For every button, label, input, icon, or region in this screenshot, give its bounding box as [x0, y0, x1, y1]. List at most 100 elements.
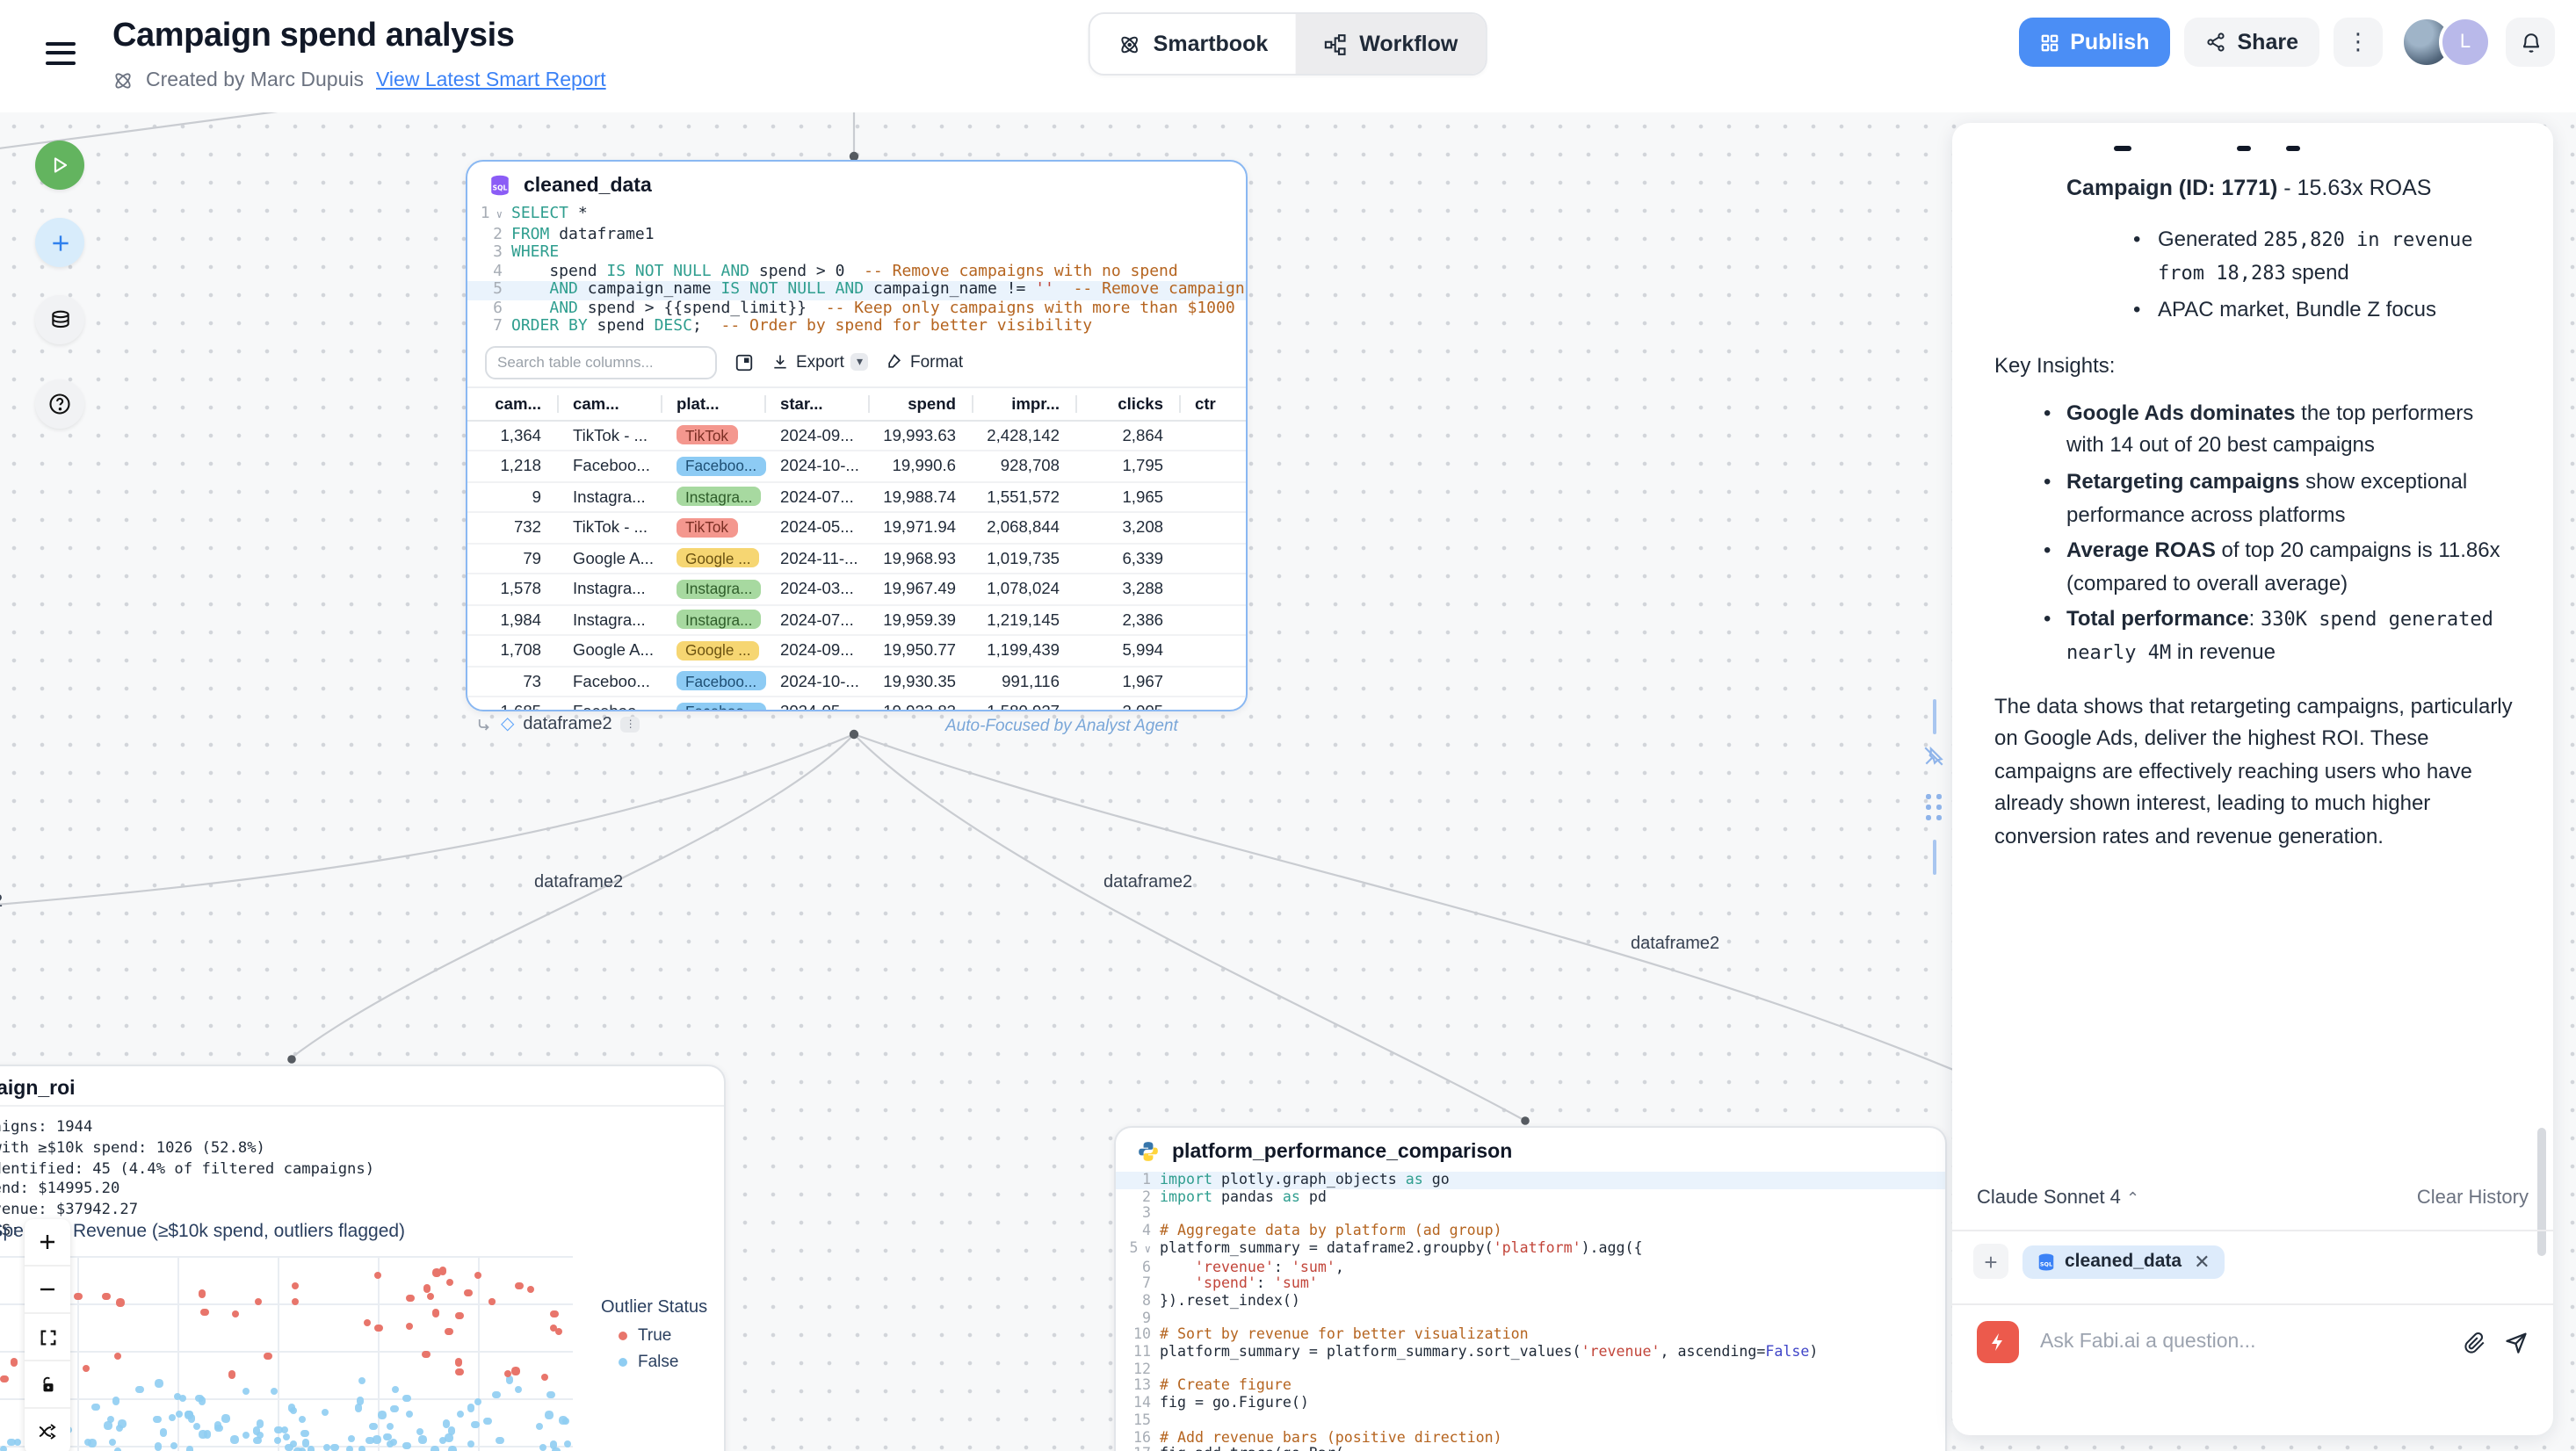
publish-button[interactable]: Publish [2019, 18, 2170, 67]
table-row[interactable]: 1,364TikTok - ...TikTok2024-09...19,993.… [467, 420, 1246, 451]
column-header[interactable]: plat... [662, 386, 766, 420]
notifications-button[interactable] [2506, 18, 2555, 67]
lightning-icon [1987, 1332, 2008, 1353]
panel-drag-handle[interactable] [1926, 794, 1943, 822]
column-header[interactable]: ctr [1181, 386, 1246, 420]
code-line[interactable]: 7ORDER BY spend DESC; -- Order by spend … [467, 318, 1246, 336]
code-line[interactable]: 11platform_summary = platform_summary.so… [1116, 1344, 1945, 1361]
sql-editor[interactable]: 1 ∨SELECT * 2FROM dataframe1 3WHERE 4 sp… [467, 206, 1246, 336]
column-header[interactable]: cam... [467, 386, 559, 420]
app-root: Campaign spend analysis Created by Marc … [0, 0, 2576, 1451]
scatter-point-false [178, 1395, 186, 1403]
node-campaign-roi[interactable]: campaign_roi Total campaigns: 1944 Campa… [0, 1065, 726, 1451]
node-platform-performance-comparison[interactable]: platform_performance_comparison 1import … [1114, 1126, 1947, 1451]
clear-history-button[interactable]: Clear History [2417, 1188, 2529, 1209]
scatter-plot[interactable] [0, 1256, 573, 1451]
help-button[interactable] [35, 379, 84, 429]
attachment-icon[interactable] [2464, 1331, 2486, 1354]
hamburger-menu-icon[interactable] [46, 42, 76, 65]
code-line[interactable]: 4 spend IS NOT NULL AND spend > 0 -- Rem… [467, 263, 1246, 281]
code-line[interactable]: 1import plotly.graph_objects as go [1116, 1172, 1945, 1188]
table-row[interactable]: 79Google A...Google ...2024-11-...19,968… [467, 543, 1246, 574]
column-header[interactable]: cam... [559, 386, 662, 420]
scatter-point-true [555, 1327, 563, 1335]
expand-table-icon[interactable] [734, 352, 754, 372]
code-line[interactable]: 2FROM dataframe1 [467, 226, 1246, 244]
python-node-icon [1137, 1140, 1160, 1163]
table-cell: 9 [467, 481, 559, 512]
bullet-item: •APAC market, Bundle Z focus [2133, 292, 2514, 325]
code-line[interactable]: 8}).reset_index() [1116, 1293, 1945, 1310]
python-editor[interactable]: 1import plotly.graph_objects as go 2impo… [1116, 1172, 1945, 1451]
data-sources-button[interactable] [35, 295, 84, 344]
add-context-button[interactable]: + [1973, 1244, 2008, 1279]
table-cell: 19,923.83 [870, 697, 973, 711]
column-header[interactable]: spend [870, 386, 973, 420]
panel-resize-line[interactable] [1933, 840, 1936, 875]
table-row[interactable]: 1,984Instagra...Instagra...2024-07...19,… [467, 604, 1246, 635]
table-cell: 991,116 [973, 666, 1077, 697]
remove-chip-icon[interactable]: ✕ [2194, 1250, 2210, 1273]
code-line[interactable]: 7 'spend': 'sum' [1116, 1275, 1945, 1292]
zoom-in-button[interactable] [25, 1219, 70, 1267]
result-table[interactable]: cam...cam...plat...star...spendimpr...cl… [467, 386, 1246, 711]
zoom-out-button[interactable] [25, 1267, 70, 1314]
scatter-point-false [222, 1414, 230, 1422]
fullscreen-icon [38, 1327, 57, 1346]
share-button[interactable]: Share [2185, 18, 2320, 67]
code-line[interactable]: 14fig = go.Figure() [1116, 1395, 1945, 1411]
code-line[interactable]: 5 AND campaign_name IS NOT NULL AND camp… [467, 281, 1246, 300]
platform-badge: Google ... [677, 641, 760, 661]
tab-workflow[interactable]: Workflow [1296, 14, 1486, 74]
export-dropdown-chevron[interactable]: ▾ [851, 353, 868, 371]
unpin-panel-icon[interactable] [1922, 745, 1945, 768]
table-row[interactable]: 9Instagra...Instagra...2024-07...19,988.… [467, 481, 1246, 512]
tab-smartbook[interactable]: Smartbook [1090, 14, 1297, 74]
code-line[interactable]: 17fig.add_trace(go.Bar( [1116, 1447, 1945, 1451]
shuffle-button[interactable] [25, 1409, 70, 1451]
scatter-point-false [186, 1447, 194, 1451]
fullscreen-button[interactable] [25, 1314, 70, 1361]
model-selector[interactable]: Claude Sonnet 4 ⌃ [1977, 1188, 2139, 1209]
column-header[interactable]: star... [766, 386, 870, 420]
user-avatar-letter[interactable]: L [2439, 16, 2492, 69]
legend-item-true[interactable]: True [601, 1326, 707, 1346]
ask-question-input[interactable] [2037, 1330, 2446, 1354]
code-line[interactable]: 1 ∨SELECT * [467, 206, 1246, 226]
format-button[interactable]: Format [886, 352, 963, 372]
table-cell: Faceboo... [559, 451, 662, 481]
table-cell: 2,068,844 [973, 512, 1077, 543]
code-line[interactable]: 6 AND spend > {{spend_limit}} -- Keep on… [467, 300, 1246, 318]
view-latest-smart-report-link[interactable]: View Latest Smart Report [376, 70, 606, 91]
bullet-item: •Average ROAS of top 20 campaigns is 11.… [2044, 534, 2514, 599]
output-dataframe-label[interactable]: dataframe2 [523, 715, 611, 734]
table-row[interactable]: 1,218Faceboo...Faceboo...2024-10-...19,9… [467, 451, 1246, 481]
chat-message-area[interactable]: Campaign (ID: 1771) - 15.63x ROAS •Gener… [1952, 123, 2553, 1195]
search-table-columns-input[interactable] [485, 345, 717, 379]
output-badge[interactable]: ⋮ [621, 717, 640, 733]
table-row[interactable]: 1,578Instagra...Instagra...2024-03...19,… [467, 574, 1246, 604]
page-title: Campaign spend analysis [112, 18, 515, 56]
export-button[interactable]: Export ▾ [771, 352, 868, 372]
table-row[interactable]: 73Faceboo...Faceboo...2024-10-...19,930.… [467, 666, 1246, 697]
scatter-point-true [103, 1292, 111, 1300]
send-icon[interactable] [2504, 1330, 2529, 1354]
fabi-logo [1977, 1321, 2019, 1363]
node-cleaned-data[interactable]: SQL cleaned_data 1 ∨SELECT * 2FROM dataf… [466, 160, 1248, 711]
run-workflow-button[interactable] [35, 141, 84, 190]
add-node-button[interactable] [35, 218, 84, 267]
context-chip-cleaned-data[interactable]: SQL cleaned_data ✕ [2022, 1245, 2225, 1278]
panel-resize-line[interactable] [1933, 699, 1936, 734]
table-row[interactable]: 1,685Faceboo...Faceboo...2024-05...19,92… [467, 697, 1246, 711]
code-line[interactable]: 2import pandas as pd [1116, 1188, 1945, 1205]
legend-item-false[interactable]: False [601, 1353, 707, 1372]
code-line[interactable]: 3WHERE [467, 244, 1246, 263]
table-row[interactable]: 1,708Google A...Google ...2024-09...19,9… [467, 635, 1246, 666]
code-line[interactable]: 5 ∨platform_summary = dataframe2.groupby… [1116, 1240, 1945, 1259]
table-cell: 1,219,145 [973, 604, 1077, 635]
lock-button[interactable] [25, 1361, 70, 1409]
table-row[interactable]: 732TikTok - ...TikTok2024-05...19,971.94… [467, 512, 1246, 543]
column-header[interactable]: impr... [973, 386, 1077, 420]
more-options-button[interactable]: ⋮ [2334, 18, 2383, 67]
column-header[interactable]: clicks [1077, 386, 1181, 420]
